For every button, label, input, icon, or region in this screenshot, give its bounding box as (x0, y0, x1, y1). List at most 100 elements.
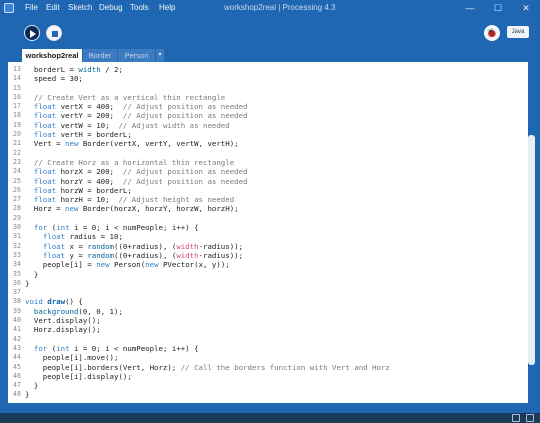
line-number: 39 (13, 306, 21, 315)
menu-help[interactable]: Help (159, 2, 175, 14)
line-number: 37 (13, 288, 21, 297)
code-line[interactable]: 36} (8, 279, 528, 288)
errors-icon[interactable] (526, 414, 534, 422)
code-token: random (87, 241, 115, 251)
code-line[interactable]: 16 // Create Vert as a vertical thin rec… (8, 93, 528, 102)
code-line[interactable]: 41 Horz.display(); (8, 325, 528, 334)
code-token: new (65, 139, 79, 149)
code-line[interactable]: 18 float vertY = 200; // Adjust position… (8, 111, 528, 120)
line-number: 46 (13, 371, 21, 380)
code-line[interactable]: 40 Vert.display(); (8, 316, 528, 325)
code-line[interactable]: 24 float horzX = 200; // Adjust position… (8, 167, 528, 176)
code-line[interactable]: 35 } (8, 270, 528, 279)
code-line[interactable]: 17 float vertX = 400; // Adjust position… (8, 102, 528, 111)
minimize-button[interactable]: — (462, 1, 478, 15)
code-token: width (78, 65, 101, 74)
code-line[interactable]: 19 float vertW = 10; // Adjust width as … (8, 121, 528, 130)
code-token: background (33, 306, 79, 316)
status-bar (0, 403, 540, 423)
vertical-scrollbar[interactable] (528, 135, 535, 365)
code-editor[interactable]: 13 borderL = width / 2; 14 speed = 30; 15 1… (8, 62, 528, 403)
code-line[interactable]: 21 Vert = new Border(vertX, vertY, vertW… (8, 139, 528, 148)
debugger-icon[interactable]: 🐞 (484, 25, 500, 41)
code-line[interactable]: 13 borderL = width / 2; (8, 65, 528, 74)
code-line[interactable]: 32 float x = random((0+radius), (width-r… (8, 242, 528, 251)
line-number: 13 (13, 65, 21, 73)
code-line[interactable]: 38 void draw() { (8, 297, 528, 306)
tab-person[interactable]: Person (118, 49, 155, 62)
code-line[interactable]: 23 // Create Horz as a horizontal thin r… (8, 158, 528, 167)
toolbar: 🐞 Java (0, 16, 540, 48)
code-line[interactable]: 15 (8, 84, 528, 93)
line-number: 41 (13, 325, 21, 334)
code-text: float vertY = 200; // Adjust position as… (25, 111, 248, 120)
code-line[interactable]: 37 (8, 288, 528, 297)
code-line[interactable]: 28 Horz = new Border(horzX, horzY, horzW… (8, 204, 528, 213)
code-line[interactable]: 26 float horzW = borderL; (8, 186, 528, 195)
code-line[interactable]: 43 for (int i = 0; i < numPeople; i++) { (8, 344, 528, 353)
stop-button[interactable] (46, 25, 62, 41)
code-token: } (25, 278, 30, 288)
line-number: 29 (13, 213, 21, 222)
code-line[interactable]: 42 (8, 335, 528, 344)
line-number: 34 (13, 260, 21, 269)
code-token: people[i] = (25, 260, 97, 270)
code-token: people[i].move(); (25, 353, 119, 363)
code-area[interactable]: 13 borderL = width / 2; 14 speed = 30; 15 1… (8, 65, 528, 400)
menu-sketch[interactable]: Sketch (68, 2, 92, 14)
code-text: Vert.display(); (25, 316, 101, 325)
menu-debug[interactable]: Debug (99, 2, 123, 14)
code-comment: // Adjust position as needed (122, 176, 248, 186)
code-line[interactable]: 27 float horzH = 10; // Adjust height as… (8, 195, 528, 204)
code-token: int (56, 223, 70, 233)
code-line[interactable]: 30 for (int i = 0; i < numPeople; i++) { (8, 223, 528, 232)
code-token: Vert = (25, 139, 66, 149)
code-token: float (33, 176, 57, 186)
tab-workshop2real[interactable]: workshop2real (22, 49, 82, 62)
code-line[interactable]: 34 people[i] = new Person(new PVector(x,… (8, 260, 528, 269)
code-token: Horz.display(); (25, 325, 101, 335)
code-line[interactable]: 39 background(0, 0, 1); (8, 307, 528, 316)
code-line[interactable]: 47 } (8, 381, 528, 390)
code-text: people[i] = new Person(new PVector(x, y)… (25, 260, 230, 269)
code-line[interactable]: 33 float y = random((0+radius), (width-r… (8, 251, 528, 260)
code-line[interactable]: 29 (8, 214, 528, 223)
code-line[interactable]: 25 float horzY = 400; // Adjust position… (8, 177, 528, 186)
code-line[interactable]: 44 people[i].move(); (8, 353, 528, 362)
menu-file[interactable]: File (25, 2, 38, 14)
run-button[interactable] (24, 25, 40, 41)
code-token: radius = 10; (65, 232, 123, 242)
close-button[interactable]: ✕ (518, 1, 534, 15)
code-line[interactable]: 31 float radius = 10; (8, 232, 528, 241)
code-token: vertY = 200; (56, 111, 123, 121)
code-text: float vertW = 10; // Adjust width as nee… (25, 121, 230, 130)
code-line[interactable]: 48} (8, 390, 528, 399)
code-text: float horzH = 10; // Adjust height as ne… (25, 195, 234, 204)
tab-border[interactable]: Border (83, 49, 117, 62)
console-icon[interactable] (512, 414, 520, 422)
code-comment: // Create Vert as a vertical thin rectan… (25, 92, 226, 102)
code-line[interactable]: 46 people[i].display(); (8, 372, 528, 381)
title-bar: File Edit Sketch Debug Tools Help worksh… (0, 0, 540, 16)
menu-edit[interactable]: Edit (46, 2, 60, 14)
tab-menu-arrow-icon[interactable]: ▾ (156, 49, 164, 62)
code-token: vertX = 400; (56, 102, 123, 112)
code-token: () { (65, 297, 83, 307)
code-comment: // Adjust position as needed (122, 167, 248, 177)
maximize-button[interactable]: ☐ (490, 1, 506, 15)
code-line[interactable]: 22 (8, 149, 528, 158)
line-number: 48 (13, 390, 21, 399)
code-line[interactable]: 45 people[i].borders(Vert, Horz); // Cal… (8, 363, 528, 372)
line-number: 26 (13, 185, 21, 194)
mode-selector[interactable]: Java (507, 26, 529, 38)
menu-tools[interactable]: Tools (130, 2, 149, 14)
code-text: Horz = new Border(horzX, horzY, horzW, h… (25, 204, 239, 213)
code-token: horzY = 400; (56, 176, 123, 186)
code-line[interactable]: 20 float vertH = borderL; (8, 130, 528, 139)
code-line[interactable]: 14 speed = 30; (8, 74, 528, 83)
